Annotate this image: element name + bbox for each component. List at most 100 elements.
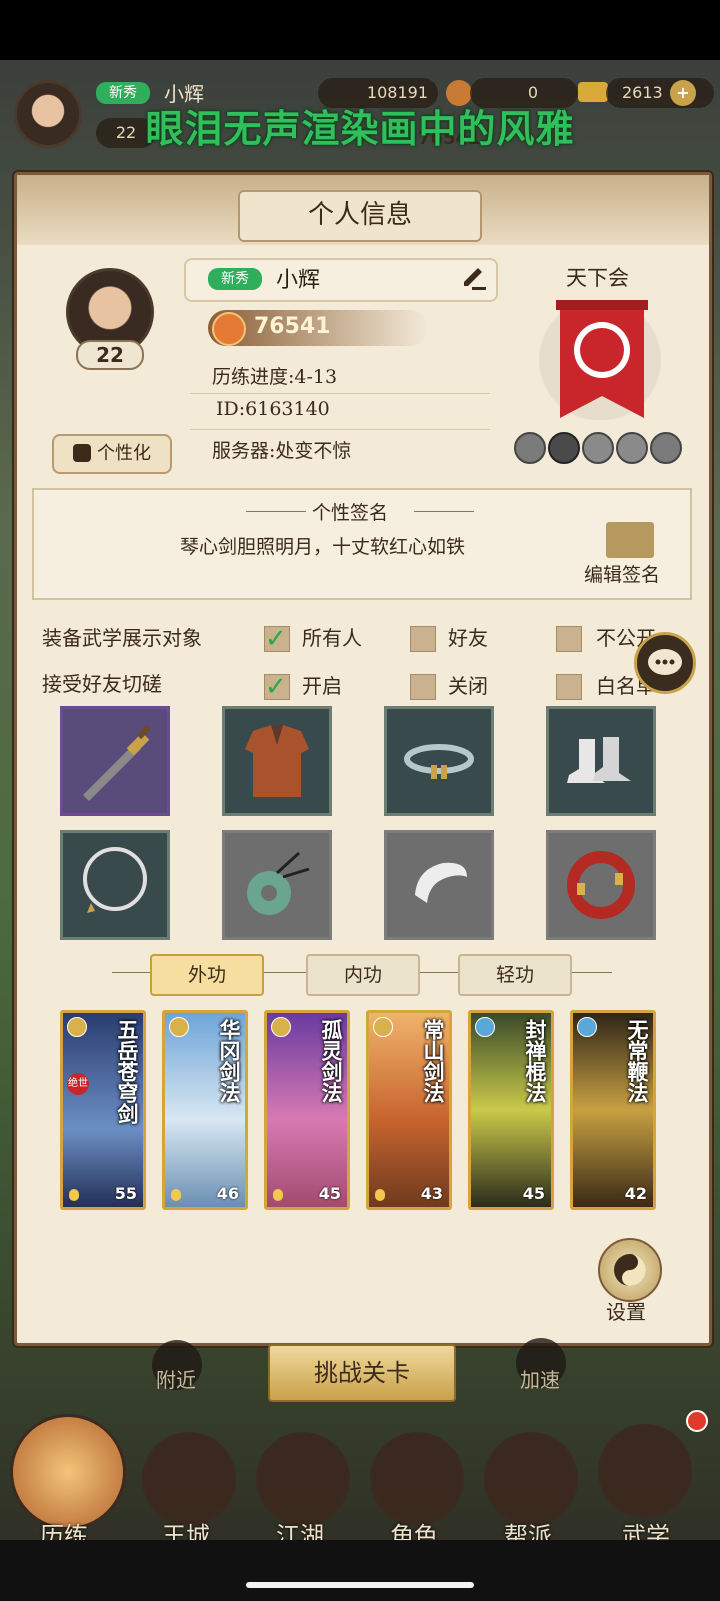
- skill-type-icon: [67, 1017, 87, 1037]
- equipment-slot-bracer[interactable]: [384, 830, 494, 940]
- settings-button[interactable]: [598, 1238, 662, 1302]
- upgrade-icon: [375, 1189, 385, 1201]
- guild-name: 天下会: [566, 266, 629, 290]
- power-icon: [212, 312, 246, 346]
- customize-label: 个性化: [97, 443, 151, 464]
- skill-level: 45: [318, 1184, 341, 1203]
- system-bottom-bar: [0, 1540, 720, 1601]
- signature-text: 琴心剑胆照明月，十丈软红心如铁: [180, 536, 466, 558]
- overlay-caption: 眼泪无声渲染画中的风雅: [145, 107, 575, 151]
- option-everyone: 所有人: [302, 626, 362, 650]
- jade-pendant-icon: [247, 851, 310, 915]
- necklace-icon: [83, 847, 147, 913]
- equipment-slot-necklace[interactable]: [60, 830, 170, 940]
- skill-level: 45: [522, 1184, 545, 1203]
- tab-inner-martial[interactable]: 内功: [306, 954, 420, 996]
- tab-light-martial[interactable]: 轻功: [458, 954, 572, 996]
- option-friends: 好友: [448, 626, 488, 650]
- player-id: ID:6163140: [190, 398, 490, 430]
- checkbox-friends[interactable]: [410, 626, 436, 652]
- checkbox-everyone[interactable]: ✓: [264, 626, 290, 652]
- skill-type-icon: [373, 1017, 393, 1037]
- checkbox-whitelist[interactable]: [556, 674, 582, 700]
- profile-level-badge: 22: [76, 340, 144, 370]
- yin-yang-icon: [614, 1254, 646, 1286]
- nav-jianghu[interactable]: [256, 1432, 350, 1526]
- equipment-slot-weapon[interactable]: [60, 706, 170, 816]
- settings-label: 设置: [606, 1300, 646, 1324]
- tab-outer-martial[interactable]: 外功: [150, 954, 264, 996]
- guild-banner[interactable]: [556, 300, 648, 420]
- nav-royal-city[interactable]: [142, 1432, 236, 1526]
- skill-level: 42: [624, 1184, 647, 1203]
- nav-guild[interactable]: [484, 1432, 578, 1526]
- guild-slot-icon: [582, 432, 614, 464]
- belt-icon: [404, 744, 474, 779]
- option-duel-on: 开启: [302, 674, 342, 698]
- skill-name: 华冈剑法: [217, 1019, 242, 1103]
- sword-icon: [83, 724, 152, 801]
- rarity-badge: 绝世: [67, 1073, 89, 1095]
- nav-martial-arts[interactable]: [598, 1424, 692, 1518]
- equipment-slot-boots[interactable]: [546, 706, 656, 816]
- skill-name: 封禅棍法: [523, 1019, 548, 1103]
- skill-name: 五岳苍穹剑: [115, 1019, 140, 1124]
- customize-button[interactable]: 个性化: [52, 434, 172, 474]
- armor-icon: [245, 725, 309, 797]
- challenge-stage-button[interactable]: 挑战关卡: [268, 1344, 456, 1402]
- skill-type-icon: [577, 1017, 597, 1037]
- skill-name: 孤灵剑法: [319, 1019, 344, 1103]
- skill-card[interactable]: 封禅棍法 45: [468, 1010, 554, 1210]
- bracer-icon: [415, 862, 467, 903]
- check-icon: ✓: [265, 672, 287, 702]
- upgrade-icon: [69, 1189, 79, 1201]
- skill-type-icon: [475, 1017, 495, 1037]
- guild-slot-icon: [650, 432, 682, 464]
- ring-icon: [567, 851, 635, 919]
- notification-dot: [686, 1410, 708, 1432]
- boots-icon: [567, 737, 631, 783]
- display-setting-label: 装备武学展示对象: [42, 626, 202, 650]
- signature-title: 个性签名: [312, 502, 389, 524]
- edit-signature-button[interactable]: 编辑签名: [584, 560, 660, 587]
- skill-card[interactable]: 常山剑法 43: [366, 1010, 452, 1210]
- skill-level: 55: [114, 1184, 137, 1203]
- checkbox-duel-off[interactable]: [410, 674, 436, 700]
- home-indicator[interactable]: [246, 1582, 474, 1588]
- guild-slot-icon: [548, 432, 580, 464]
- skill-name: 无常鞭法: [625, 1019, 650, 1103]
- option-duel-off: 关闭: [448, 674, 488, 698]
- status-bar: [0, 0, 720, 60]
- signature-divider: [414, 511, 474, 512]
- skill-card[interactable]: 绝世 五岳苍穹剑 55: [60, 1010, 146, 1210]
- checkbox-private[interactable]: [556, 626, 582, 652]
- training-progress: 历练进度:4-13: [190, 362, 490, 394]
- robe-icon: [73, 444, 91, 462]
- skill-card[interactable]: 孤灵剑法 45: [264, 1010, 350, 1210]
- duel-setting-label: 接受好友切磋: [42, 672, 162, 696]
- edit-name-icon[interactable]: [460, 264, 488, 292]
- nav-character[interactable]: [370, 1432, 464, 1526]
- server-name: 服务器:处变不惊: [212, 440, 352, 462]
- equipment-slot-jade[interactable]: [222, 830, 332, 940]
- guild-slot-icon: [514, 432, 546, 464]
- upgrade-icon: [171, 1189, 181, 1201]
- scroll-edit-icon[interactable]: [606, 522, 654, 558]
- skill-level: 43: [420, 1184, 443, 1203]
- guild-slot-icon: [616, 432, 648, 464]
- speedup-label: 加速: [520, 1368, 560, 1392]
- checkbox-duel-on[interactable]: ✓: [264, 674, 290, 700]
- profile-name: 小辉: [276, 268, 321, 293]
- check-icon: ✓: [265, 624, 287, 654]
- skill-card[interactable]: 无常鞭法 42: [570, 1010, 656, 1210]
- upgrade-icon: [273, 1189, 283, 1201]
- chat-button[interactable]: [634, 632, 696, 694]
- equipment-slot-belt[interactable]: [384, 706, 494, 816]
- nav-training[interactable]: [10, 1414, 126, 1530]
- signature-divider: [246, 511, 306, 512]
- skill-level: 46: [216, 1184, 239, 1203]
- skill-card[interactable]: 华冈剑法 46: [162, 1010, 248, 1210]
- equipment-slot-armor[interactable]: [222, 706, 332, 816]
- skill-type-icon: [271, 1017, 291, 1037]
- equipment-slot-ring[interactable]: [546, 830, 656, 940]
